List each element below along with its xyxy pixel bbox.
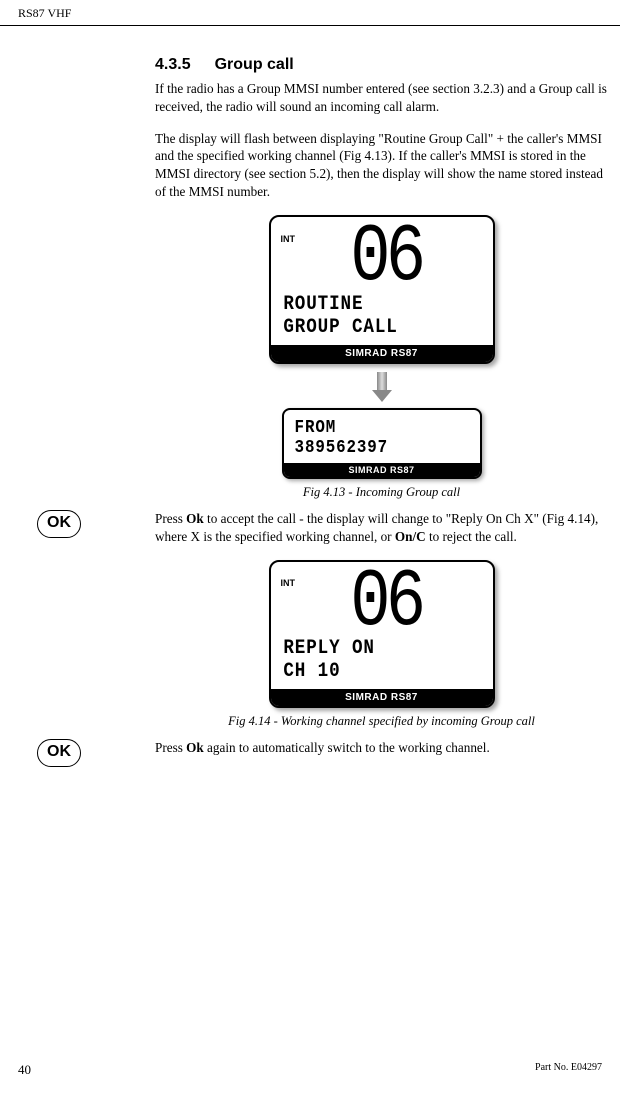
lcd-line-2: GROUP CALL bbox=[283, 316, 454, 339]
ok-button-icon: OK bbox=[37, 510, 81, 538]
part-number: Part No. E04297 bbox=[535, 1062, 602, 1078]
lcd-line-2: 389562397 bbox=[294, 438, 445, 459]
lcd-text-lines: ROUTINE GROUP CALL bbox=[271, 293, 466, 345]
lcd-line-1: ROUTINE bbox=[283, 293, 454, 316]
paragraph-2: The display will flash between displayin… bbox=[155, 130, 608, 201]
paragraph-4: Press Ok again to automatically switch t… bbox=[155, 739, 608, 757]
ok-instruction-1: OK Press Ok to accept the call - the dis… bbox=[155, 510, 608, 546]
lcd-brand: SIMRAD RS87 bbox=[271, 689, 493, 706]
ok-button-icon: OK bbox=[37, 739, 81, 767]
int-label: INT bbox=[281, 234, 296, 244]
lcd-text-lines: FROM 389562397 bbox=[284, 410, 456, 463]
ok-instruction-2: OK Press Ok again to automatically switc… bbox=[155, 739, 608, 757]
int-label: INT bbox=[281, 578, 296, 588]
lcd-display-3: INT 06 REPLY ON CH 10 SIMRAD RS87 bbox=[269, 560, 495, 709]
arrow-down-icon bbox=[375, 372, 389, 400]
section-title-text: Group call bbox=[215, 56, 294, 73]
lcd-brand: SIMRAD RS87 bbox=[284, 463, 480, 477]
figure-4-13: INT 06 ROUTINE GROUP CALL SIMRAD RS87 FR… bbox=[155, 215, 608, 479]
lcd-line-1: REPLY ON bbox=[283, 637, 454, 660]
channel-number: 06 bbox=[306, 568, 465, 638]
figure-caption-413: Fig 4.13 - Incoming Group call bbox=[155, 485, 608, 500]
lcd-display-2: FROM 389562397 SIMRAD RS87 bbox=[282, 408, 482, 479]
page-header: RS87 VHF bbox=[0, 0, 620, 26]
lcd-brand: SIMRAD RS87 bbox=[271, 345, 493, 362]
main-content: 4.3.5 Group call If the radio has a Group… bbox=[0, 26, 620, 757]
section-heading: 4.3.5 Group call bbox=[155, 56, 608, 74]
paragraph-1: If the radio has a Group MMSI number ent… bbox=[155, 80, 608, 116]
figure-4-14: INT 06 REPLY ON CH 10 SIMRAD RS87 bbox=[155, 560, 608, 709]
section-number: 4.3.5 bbox=[155, 56, 191, 74]
lcd-text-lines: REPLY ON CH 10 bbox=[271, 637, 466, 689]
lcd-line-1: FROM bbox=[294, 418, 445, 439]
page-footer: 40 Part No. E04297 bbox=[0, 1062, 620, 1078]
paragraph-3: Press Ok to accept the call - the displa… bbox=[155, 510, 608, 546]
figure-caption-414: Fig 4.14 - Working channel specified by … bbox=[155, 714, 608, 729]
page-number: 40 bbox=[18, 1062, 31, 1078]
lcd-line-2: CH 10 bbox=[283, 660, 454, 683]
product-name: RS87 VHF bbox=[18, 6, 71, 20]
channel-number: 06 bbox=[306, 223, 465, 293]
lcd-display-1: INT 06 ROUTINE GROUP CALL SIMRAD RS87 bbox=[269, 215, 495, 364]
